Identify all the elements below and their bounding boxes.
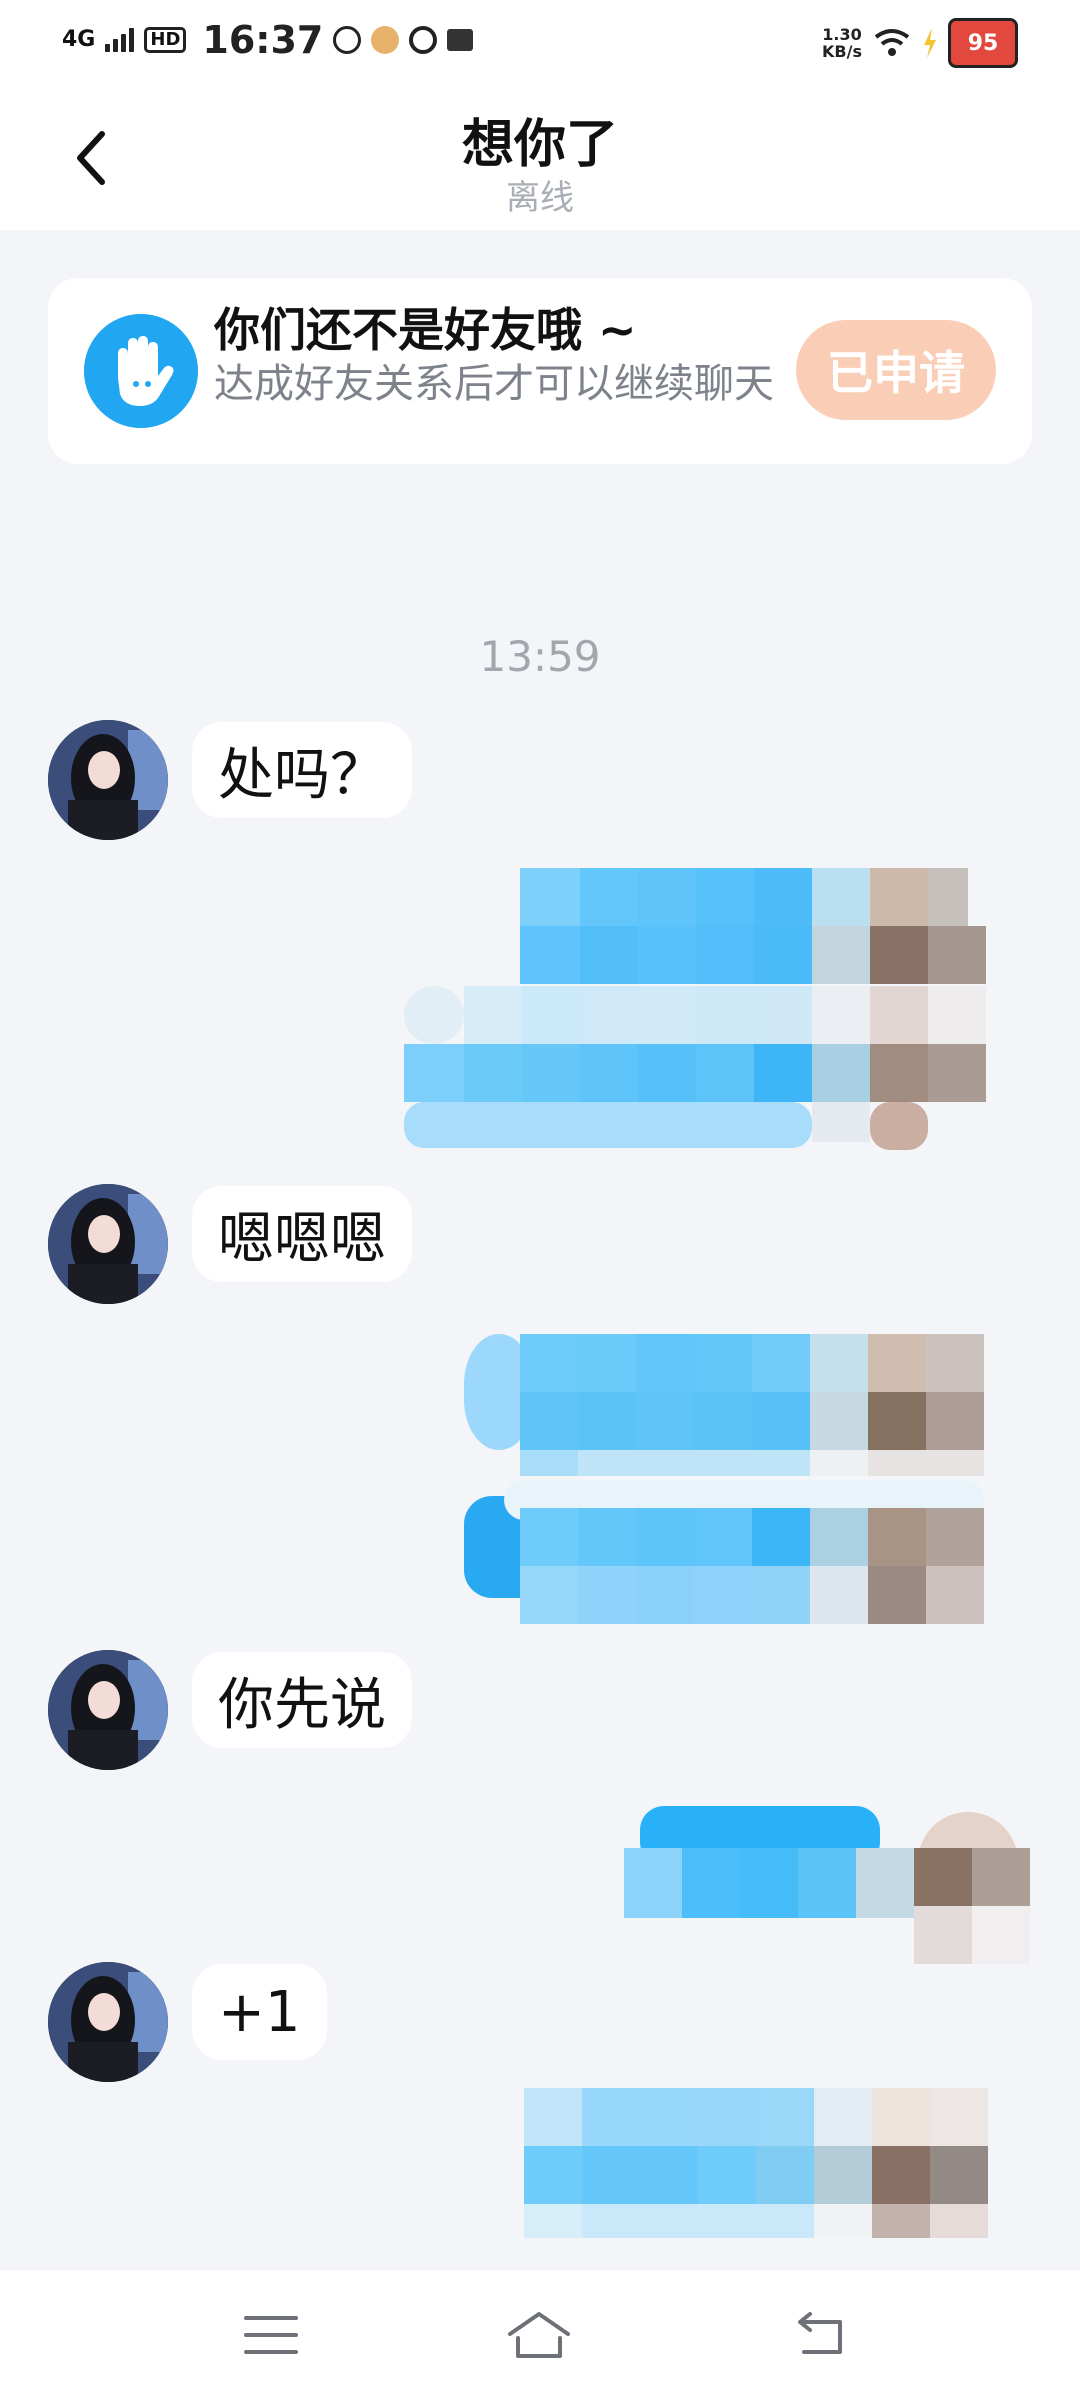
message-bubble-left[interactable]: 嗯嗯嗯 <box>192 1186 412 1282</box>
pixelated-message-right[interactable] <box>404 866 1044 1154</box>
contact-avatar[interactable] <box>48 1184 168 1304</box>
contact-avatar[interactable] <box>48 1962 168 2082</box>
applied-button[interactable]: 已申请 <box>796 320 996 420</box>
charging-icon <box>924 28 936 58</box>
network-speed-unit: KB/s <box>822 42 862 61</box>
banner-title: 你们还不是好友哦 ~ <box>214 303 637 357</box>
message-bubble-left[interactable]: 你先说 <box>192 1652 412 1748</box>
pixelated-message-right[interactable] <box>464 1480 1044 1626</box>
book-icon <box>447 29 474 51</box>
pixelated-message-right[interactable] <box>464 1334 1044 1482</box>
avatar-image <box>48 1184 168 1304</box>
system-nav-bar <box>0 2270 1080 2400</box>
message-timestamp: 13:59 <box>479 632 601 681</box>
return-icon[interactable] <box>790 2308 856 2362</box>
app-notification-icon <box>371 26 400 54</box>
avatar-image <box>48 1650 168 1770</box>
menu-icon[interactable] <box>238 2308 304 2362</box>
message-bubble-left[interactable]: 处吗？ <box>192 722 412 818</box>
status-bar: 4G HD 16:37 1.30 KB/s 95 <box>0 0 1080 86</box>
wifi-icon <box>874 29 910 56</box>
banner-description: 达成好友关系后才可以继续聊天 <box>214 361 774 407</box>
contact-status: 离线 <box>506 178 574 218</box>
at-icon <box>333 26 362 54</box>
faded-hint-text <box>0 478 1080 518</box>
hand-wave-icon <box>84 314 198 428</box>
status-left: 4G HD 16:37 <box>62 18 474 62</box>
network-speed: 1.30 KB/s <box>822 26 862 60</box>
contact-avatar[interactable] <box>48 720 168 840</box>
avatar-image <box>48 720 168 840</box>
pixelated-message-right[interactable] <box>624 1806 1044 1974</box>
status-right: 1.30 KB/s 95 <box>822 18 1018 68</box>
avatar-image <box>48 1962 168 2082</box>
battery-icon: 95 <box>948 18 1018 68</box>
hd-badge: HD <box>144 27 187 53</box>
q-app-icon <box>409 26 438 54</box>
contact-avatar[interactable] <box>48 1650 168 1770</box>
network-type: 4G <box>62 27 96 52</box>
home-icon[interactable] <box>506 2308 572 2362</box>
pixelated-message-right[interactable] <box>524 2088 1044 2244</box>
network-speed-value: 1.30 <box>822 25 862 44</box>
contact-name: 想你了 <box>461 115 618 175</box>
message-bubble-left[interactable]: +1 <box>192 1964 327 2060</box>
signal-icon <box>105 28 135 52</box>
not-friends-banner: 你们还不是好友哦 ~ 达成好友关系后才可以继续聊天 已申请 <box>48 278 1032 464</box>
clock: 16:37 <box>202 18 324 62</box>
chat-header: 想你了 离线 <box>0 86 1080 230</box>
